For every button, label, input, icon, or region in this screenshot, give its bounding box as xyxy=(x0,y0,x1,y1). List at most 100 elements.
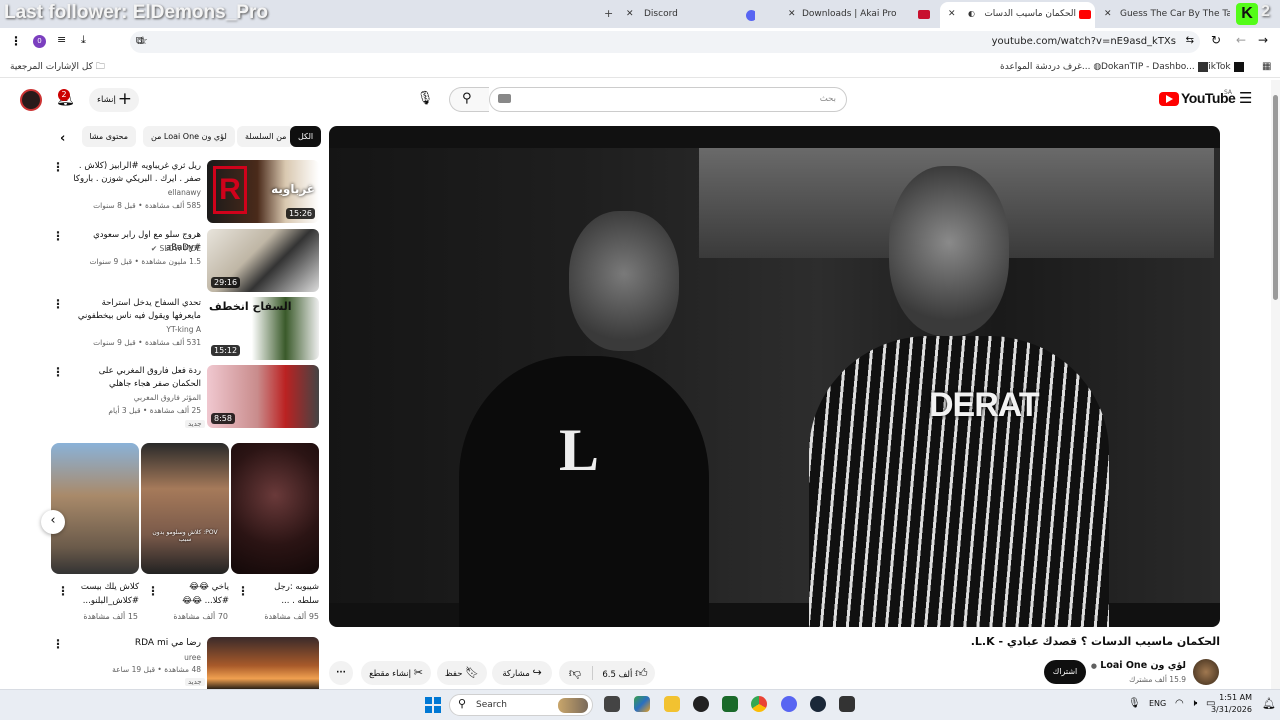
short-title[interactable]: شيبوبه :رجل سلطه . ... xyxy=(253,580,319,608)
youtube-logo-icon[interactable] xyxy=(1159,92,1179,106)
bookmark-tiktok[interactable]: TikTok xyxy=(1203,59,1244,75)
subscribe-button[interactable]: اشتراك xyxy=(1044,660,1086,684)
search-input[interactable]: بحث xyxy=(489,87,847,112)
dislike-button[interactable]: 👎︎ xyxy=(559,661,591,685)
tab-close-icon[interactable]: ✕ xyxy=(948,2,956,26)
video-channel[interactable]: المؤثر فاروق المغربي xyxy=(71,392,201,404)
short-thumbnail[interactable] xyxy=(51,443,139,574)
chip-all[interactable]: الكل xyxy=(290,126,322,147)
tab-close-icon[interactable]: ✕ xyxy=(626,2,634,26)
tiktok-icon xyxy=(1233,61,1244,72)
short-title[interactable]: كلاش يلك بيست #كلاش_البلنو... xyxy=(73,580,139,608)
chip-from-loai-one[interactable]: من Loai One لؤي ون xyxy=(143,126,235,147)
video-channel[interactable]: uree xyxy=(71,652,201,664)
video-menu-icon[interactable]: ⋮ xyxy=(52,365,64,379)
tab-akai-downloads[interactable]: ✕ Downloads | Akai Pro xyxy=(772,2,932,28)
photos-icon[interactable] xyxy=(634,696,650,712)
app-icon[interactable] xyxy=(839,696,855,712)
video-menu-icon[interactable]: ⋮ xyxy=(52,297,64,311)
app-icon[interactable] xyxy=(693,696,709,712)
video-thumbnail[interactable]: 8:58 xyxy=(207,365,319,428)
scrollbar-thumb[interactable] xyxy=(1273,95,1278,300)
tab-audio-icon[interactable]: ◐ xyxy=(968,2,975,26)
video-thumbnail[interactable] xyxy=(207,637,319,689)
browser-menu-icon[interactable]: ⋮ xyxy=(10,34,22,48)
video-title[interactable]: ردة فعل فاروق المغربي على الحكمان صفر هج… xyxy=(71,365,201,391)
save-button[interactable]: حفظ 🔖︎ xyxy=(437,661,487,685)
profile-avatar[interactable]: 0 xyxy=(33,35,46,48)
video-title[interactable]: ريل ثري غريباويه #الرابيز (كلاش . صفر . … xyxy=(71,160,201,186)
clip-button[interactable]: إنشاء مقطع ✂ xyxy=(361,661,431,685)
chips-scroll-left-icon[interactable]: ‹ xyxy=(60,131,65,146)
video-player[interactable]: L DERAT xyxy=(329,126,1220,627)
url-text[interactable]: youtube.com/watch?v=nE9asd_kTXs xyxy=(992,31,1176,53)
address-bar[interactable]: ☆ youtube.com/watch?v=nE9asd_kTXs ⇆ xyxy=(130,31,1200,53)
bookmark-dokantip[interactable]: DokanTIP - Dashbo... xyxy=(1101,59,1208,75)
app-icon[interactable] xyxy=(722,696,738,712)
short-menu-icon[interactable]: ⋮ xyxy=(237,584,249,598)
tab-youtube-active[interactable]: ✕ ◐ الحكمان ماسيب الدسات ؟ قصد xyxy=(940,2,1095,28)
video-thumbnail[interactable]: R غرباويه 15:26 xyxy=(207,160,319,223)
stream-follower-overlay: Last follower: ElDemons_Pro xyxy=(4,2,268,23)
keyboard-icon[interactable] xyxy=(498,94,511,103)
short-title[interactable]: ياخي 😂😂 #كلا... 😂😂 xyxy=(163,580,229,608)
tab-close-icon[interactable]: ✕ xyxy=(1104,2,1112,26)
tab-close-icon[interactable]: ✕ xyxy=(788,2,796,26)
like-button[interactable]: 6.5 ألف 👍︎ xyxy=(595,661,655,687)
windows-start-icon[interactable] xyxy=(425,697,441,713)
volume-icon[interactable]: 🕨 xyxy=(1191,698,1197,709)
video-thumbnail[interactable]: السفاح انخطف 15:12 xyxy=(207,297,319,360)
discord-icon[interactable] xyxy=(781,696,797,712)
microphone-icon[interactable]: 🎙︎ xyxy=(414,88,436,110)
microphone-tray-icon[interactable]: 🎙︎ xyxy=(1128,698,1141,709)
download-icon[interactable]: ⤓ xyxy=(81,33,86,47)
video-channel[interactable]: YT-king A xyxy=(71,324,201,336)
notification-center-icon[interactable]: 🔔︎ xyxy=(1262,697,1276,710)
video-menu-icon[interactable]: ⋮ xyxy=(52,637,64,651)
video-channel[interactable]: SLOW MOE ✔ xyxy=(71,243,201,255)
shorts-scroll-left-button[interactable]: ‹ xyxy=(41,510,65,534)
hamburger-menu-icon[interactable]: ☰ xyxy=(1239,89,1252,107)
short-menu-icon[interactable]: ⋮ xyxy=(147,584,159,598)
tab-discord[interactable]: ✕ Discord xyxy=(620,2,755,28)
video-title[interactable]: تحدي السفاح يدخل استراحة مايعرفها ويقول … xyxy=(71,297,201,323)
video-menu-icon[interactable]: ⋮ xyxy=(52,229,64,243)
channel-avatar[interactable] xyxy=(1193,659,1219,685)
taskbar-search[interactable]: ⚲ Search xyxy=(449,694,593,716)
wifi-icon[interactable]: ◠ xyxy=(1175,698,1184,709)
video-thumbnail[interactable]: 29:16 xyxy=(207,229,319,292)
reload-icon[interactable]: ↻ xyxy=(1211,33,1221,47)
share-button[interactable]: مشاركة ↪ xyxy=(492,661,552,685)
more-bookmarks-icon[interactable]: ▦ xyxy=(1262,59,1271,75)
create-button[interactable]: إنشاء + xyxy=(89,88,139,112)
chip-from-series[interactable]: من السلسلة xyxy=(237,126,295,147)
more-actions-icon[interactable]: ··· xyxy=(329,661,353,685)
chip-shared-content[interactable]: محتوى مشا xyxy=(82,126,136,147)
clock-date[interactable]: 3/31/2026 xyxy=(1208,705,1252,714)
channel-name[interactable]: لؤي ون Loai One ● xyxy=(1086,660,1186,671)
all-bookmarks-link[interactable]: كل الإشارات المرجعية 🗀 xyxy=(10,59,105,75)
reading-list-icon[interactable]: ≡ xyxy=(57,33,66,46)
short-menu-icon[interactable]: ⋮ xyxy=(57,584,69,598)
bookmark-chat-rooms[interactable]: غرف دردشة المواعدة... ◍ xyxy=(1000,59,1101,75)
task-view-icon[interactable] xyxy=(604,696,620,712)
forward-icon[interactable]: ← xyxy=(1236,33,1246,47)
video-menu-icon[interactable]: ⋮ xyxy=(52,160,64,174)
language-indicator[interactable]: ENG xyxy=(1149,699,1166,708)
short-thumbnail[interactable] xyxy=(231,443,319,574)
account-avatar[interactable] xyxy=(20,89,42,111)
site-settings-icon[interactable]: ⇆ xyxy=(1186,35,1194,46)
short-views: 15 ألف مشاهدة xyxy=(83,612,138,621)
new-tab-icon[interactable]: + xyxy=(604,2,613,26)
share-page-icon[interactable]: ⧉ xyxy=(136,34,144,48)
search-button[interactable]: ⚲ xyxy=(449,87,489,112)
video-channel[interactable]: ellanawy xyxy=(71,187,201,199)
back-icon[interactable]: → xyxy=(1258,33,1268,47)
short-thumbnail[interactable]: POV: كلاش وسلومو بدون سبب xyxy=(141,443,229,574)
video-title[interactable]: رضا مي RDA mi xyxy=(71,637,201,650)
clock-time[interactable]: 1:51 AM xyxy=(1216,693,1252,702)
steam-icon[interactable] xyxy=(810,696,826,712)
chrome-icon[interactable] xyxy=(751,696,767,712)
file-explorer-icon[interactable] xyxy=(664,696,680,712)
tab-guess-the-car[interactable]: ✕ Guess The Car By The Tail Light xyxy=(1100,2,1230,28)
